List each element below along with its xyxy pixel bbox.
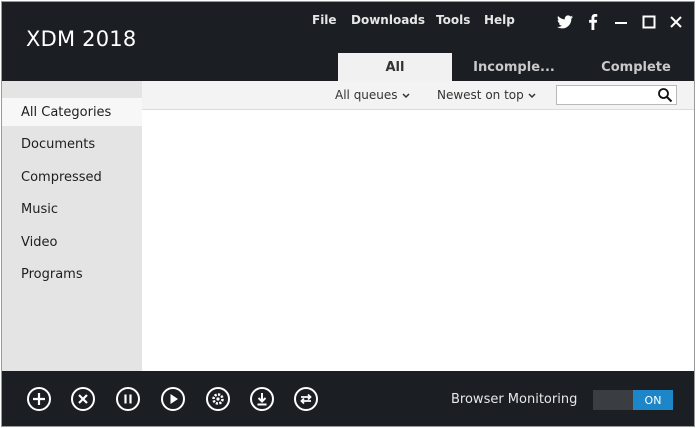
convert-icon[interactable] <box>293 386 319 412</box>
sort-dropdown[interactable]: Newest on top <box>437 88 536 102</box>
category-label: Programs <box>21 266 83 282</box>
resume-icon[interactable] <box>160 386 186 412</box>
menu-file[interactable]: File <box>312 13 337 27</box>
cancel-icon[interactable] <box>70 386 96 412</box>
category-compressed[interactable]: Compressed <box>2 163 142 191</box>
pause-icon[interactable] <box>115 386 141 412</box>
bottom-toolbar: Browser Monitoring ON <box>2 371 694 426</box>
add-icon[interactable] <box>26 386 52 412</box>
download-icon[interactable] <box>249 386 275 412</box>
filter-bar: All queues Newest on top <box>142 81 694 110</box>
browser-monitoring-label: Browser Monitoring <box>451 392 578 407</box>
category-documents[interactable]: Documents <box>2 130 142 158</box>
facebook-icon[interactable] <box>584 13 602 31</box>
menu-downloads[interactable]: Downloads <box>351 13 425 27</box>
app-title: XDM 2018 <box>26 27 137 51</box>
chevron-down-icon <box>528 88 536 102</box>
minimize-icon[interactable] <box>612 13 630 31</box>
sort-label: Newest on top <box>437 88 524 102</box>
chevron-down-icon <box>402 88 410 102</box>
category-music[interactable]: Music <box>2 195 142 223</box>
title-bar: XDM 2018 File Downloads Tools Help All I… <box>2 2 694 81</box>
maximize-icon[interactable] <box>640 13 658 31</box>
app-window: XDM 2018 File Downloads Tools Help All I… <box>1 1 695 427</box>
menu-help[interactable]: Help <box>484 13 515 27</box>
menu-tools[interactable]: Tools <box>436 13 470 27</box>
download-list[interactable] <box>142 111 694 371</box>
category-sidebar: All Categories Documents Compressed Musi… <box>2 81 142 371</box>
search-icon[interactable] <box>657 87 673 103</box>
tab-all[interactable]: All <box>338 53 452 81</box>
search-input[interactable] <box>557 86 655 104</box>
category-label: Documents <box>21 136 96 152</box>
category-video[interactable]: Video <box>2 228 142 256</box>
category-programs[interactable]: Programs <box>2 260 142 288</box>
category-all[interactable]: All Categories <box>2 98 142 126</box>
category-label: Video <box>21 234 58 250</box>
toggle-state: ON <box>633 390 673 410</box>
category-label: Compressed <box>21 169 102 185</box>
search-box <box>556 85 677 105</box>
browser-monitoring-toggle[interactable]: ON <box>593 390 673 410</box>
twitter-icon[interactable] <box>556 13 574 31</box>
queue-filter-dropdown[interactable]: All queues <box>335 88 410 102</box>
category-label: Music <box>21 201 58 217</box>
settings-icon[interactable] <box>205 386 231 412</box>
tab-complete[interactable]: Complete <box>576 53 694 81</box>
queue-filter-label: All queues <box>335 88 398 102</box>
tab-incomplete[interactable]: Incomple... <box>452 53 576 81</box>
category-label: All Categories <box>21 104 112 120</box>
close-icon[interactable] <box>667 13 685 31</box>
